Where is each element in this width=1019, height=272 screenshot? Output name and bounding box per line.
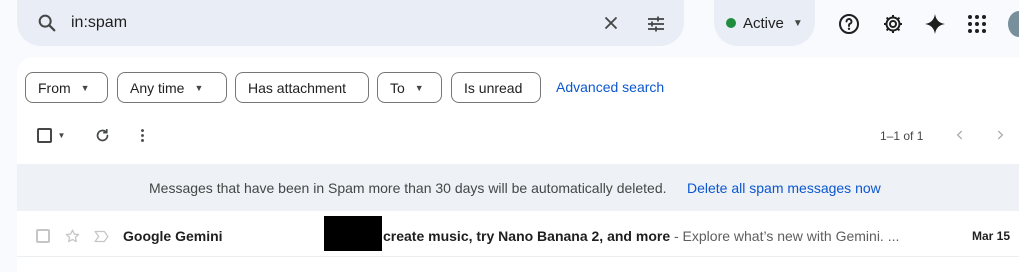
redacted-block <box>324 216 382 251</box>
checkbox-icon <box>36 127 52 143</box>
settings-icon[interactable] <box>881 12 905 36</box>
select-all-checkbox[interactable]: ▼ <box>35 124 67 146</box>
apps-grid-icon[interactable] <box>965 12 989 36</box>
email-subject-line[interactable]: create music, try Nano Banana 2, and mor… <box>383 228 899 244</box>
filter-label: Any time <box>130 79 185 96</box>
help-icon[interactable] <box>837 12 861 36</box>
filter-is-unread[interactable]: Is unread <box>451 72 541 103</box>
more-options-icon[interactable] <box>134 127 151 144</box>
filter-to[interactable]: To ▼ <box>377 72 442 103</box>
filter-any-time[interactable]: Any time ▼ <box>117 72 227 103</box>
star-icon[interactable] <box>64 228 81 245</box>
spam-notice-text: Messages that have been in Spam more tha… <box>149 180 667 196</box>
filter-label: From <box>38 79 71 96</box>
email-date: Mar 15 <box>972 229 1011 243</box>
row-checkbox[interactable] <box>36 229 50 243</box>
search-icon[interactable] <box>36 12 58 34</box>
filter-has-attachment[interactable]: Has attachment <box>235 72 369 103</box>
avatar[interactable] <box>1008 11 1019 37</box>
status-selector[interactable]: Active ▼ <box>714 0 815 46</box>
caret-down-icon: ▼ <box>57 130 66 140</box>
search-options-icon[interactable] <box>644 12 668 36</box>
status-label: Active <box>743 14 784 32</box>
status-dot <box>726 18 736 28</box>
filter-label: To <box>390 79 405 96</box>
chevron-left-icon[interactable] <box>953 128 967 142</box>
caret-down-icon: ▼ <box>414 82 424 93</box>
caret-down-icon: ▼ <box>194 82 204 93</box>
close-icon[interactable] <box>600 12 622 34</box>
advanced-search-link[interactable]: Advanced search <box>556 79 664 95</box>
email-subject: create music, try Nano Banana 2, and mor… <box>383 228 671 244</box>
important-marker-icon[interactable] <box>93 229 110 244</box>
filter-from[interactable]: From ▼ <box>25 72 108 103</box>
gemini-sparkle-icon[interactable] <box>923 12 947 36</box>
chevron-right-icon[interactable] <box>993 128 1007 142</box>
search-input[interactable]: in:spam <box>71 12 127 34</box>
filter-label: Is unread <box>464 79 523 96</box>
delete-all-spam-link[interactable]: Delete all spam messages now <box>687 180 881 196</box>
email-snippet: - Explore what’s new with Gemini. ... <box>670 228 900 244</box>
chevron-down-icon: ▼ <box>792 17 803 29</box>
caret-down-icon: ▼ <box>80 82 90 93</box>
pagination-count: 1–1 of 1 <box>880 129 924 143</box>
email-sender: Google Gemini <box>123 228 223 244</box>
filter-label: Has attachment <box>248 79 347 96</box>
refresh-icon[interactable] <box>94 127 111 144</box>
